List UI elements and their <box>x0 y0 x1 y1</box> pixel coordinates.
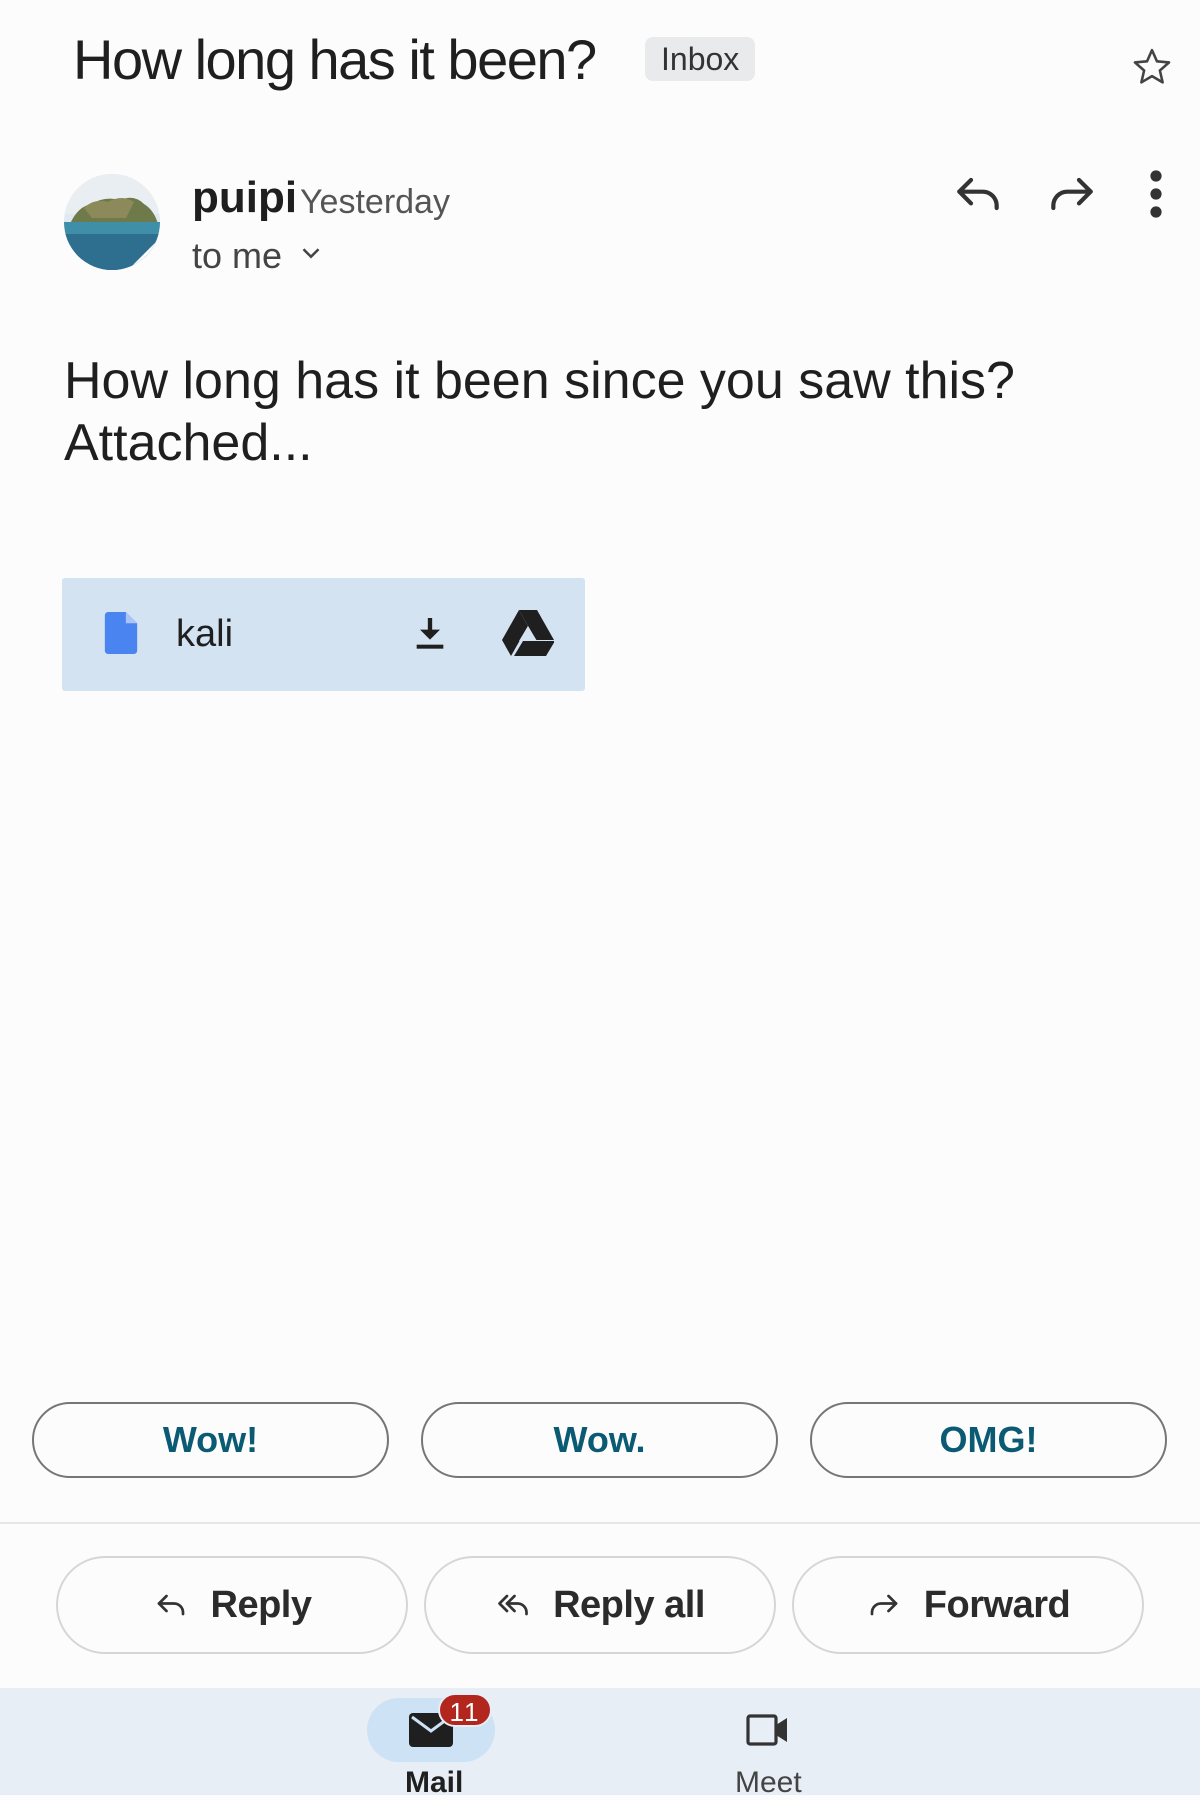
sent-time: Yesterday <box>300 183 450 221</box>
reply-button[interactable]: Reply <box>56 1556 408 1654</box>
recipient-summary[interactable]: to me <box>192 234 282 278</box>
reply-icon[interactable] <box>950 166 1006 222</box>
sender-name: puipi <box>192 173 298 222</box>
forward-button[interactable]: Forward <box>792 1556 1144 1654</box>
more-vert-icon[interactable] <box>1140 166 1172 222</box>
reply-icon <box>157 1594 184 1616</box>
download-icon[interactable] <box>410 612 450 654</box>
forward-label: Forward <box>923 1583 1071 1626</box>
star-icon[interactable] <box>1130 45 1174 89</box>
drive-icon[interactable] <box>502 610 554 656</box>
smart-reply-chip[interactable]: Wow. <box>421 1402 778 1478</box>
reply-all-label: Reply all <box>553 1583 705 1626</box>
smart-reply-chip[interactable]: Wow! <box>32 1402 389 1478</box>
chevron-down-icon[interactable] <box>296 238 326 268</box>
reply-all-button[interactable]: Reply all <box>424 1556 776 1654</box>
unread-count-badge: 11 <box>438 1693 492 1727</box>
smart-reply-chip[interactable]: OMG! <box>810 1402 1167 1478</box>
email-subject: How long has it been? <box>73 28 597 91</box>
sender-avatar[interactable] <box>64 174 160 270</box>
forward-icon <box>870 1594 898 1616</box>
forward-icon[interactable] <box>1044 166 1100 222</box>
reply-label: Reply <box>210 1583 312 1626</box>
body-line: Attached... <box>64 414 313 472</box>
reply-all-icon <box>498 1594 528 1616</box>
inbox-label-badge[interactable]: Inbox <box>645 37 756 81</box>
email-body: How long has it been since you saw this?… <box>64 350 1144 474</box>
attachment-chip[interactable]: kali <box>62 578 585 691</box>
video-icon[interactable] <box>745 1710 791 1750</box>
body-line: How long has it been since you saw this? <box>64 352 1015 410</box>
doc-icon <box>104 612 138 654</box>
bottom-nav: 11 Mail Meet <box>0 1688 1200 1799</box>
divider <box>0 1522 1200 1524</box>
attachment-name: kali <box>176 613 234 655</box>
